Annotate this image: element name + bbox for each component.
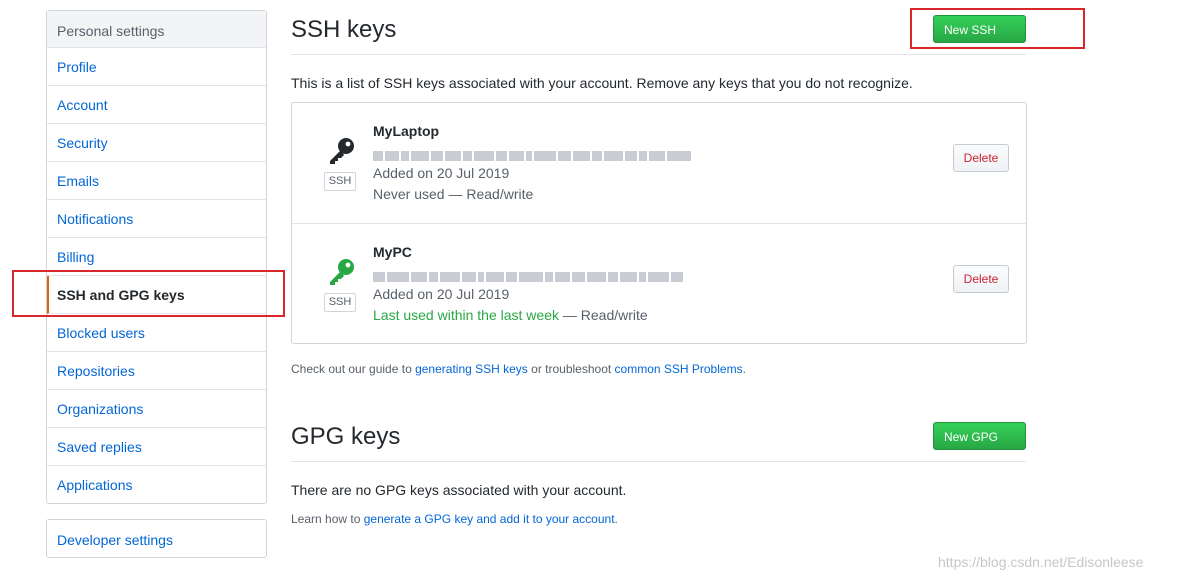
key-icon	[330, 259, 354, 285]
sidebar-item-repositories[interactable]: Repositories	[47, 352, 266, 390]
sidebar-item-security[interactable]: Security	[47, 124, 266, 162]
new-gpg-key-button[interactable]: New GPG key	[933, 422, 1026, 472]
gpg-empty-text: There are no GPG keys associated with yo…	[291, 482, 627, 498]
sidebar-item-saved-replies[interactable]: Saved replies	[47, 428, 266, 466]
sidebar-header: Personal settings	[47, 11, 266, 48]
ssh-key-usage: Last used within the last week — Read/wr…	[373, 307, 648, 323]
ssh-title-divider	[291, 54, 1026, 55]
ssh-key-usage: Never used — Read/write	[373, 186, 533, 202]
generating-ssh-keys-link[interactable]: generating SSH keys	[415, 362, 528, 376]
ssh-guide-prefix: Check out our guide to	[291, 362, 416, 376]
gpg-learn-prefix: Learn how to	[291, 512, 364, 526]
ssh-key-access: — Read/write	[444, 186, 534, 202]
ssh-key-last-used: Never used	[373, 186, 445, 202]
key-fingerprint-redacted	[373, 148, 705, 161]
highlight-box-new-ssh-key	[910, 8, 1085, 49]
ssh-keys-title: SSH keys	[291, 16, 397, 43]
gpg-learn-text: Learn how to generate a GPG key and add …	[291, 512, 618, 526]
ssh-description: This is a list of SSH keys associated wi…	[291, 75, 913, 91]
developer-settings-box: Developer settings	[46, 519, 267, 558]
sidebar-item-developer-settings[interactable]: Developer settings	[47, 520, 266, 557]
delete-key-button[interactable]: Delete	[953, 144, 1009, 172]
settings-sidebar: Personal settings Profile Account Securi…	[46, 10, 267, 504]
common-ssh-problems-link[interactable]: common SSH Problems	[615, 362, 743, 376]
ssh-key-access: — Read/write	[559, 307, 648, 323]
sidebar-item-applications[interactable]: Applications	[47, 466, 266, 503]
ssh-guide-middle: or troubleshoot	[527, 362, 615, 376]
delete-key-button[interactable]: Delete	[953, 265, 1009, 293]
ssh-keys-list: SSH MyLaptop Added on 20 Jul 2019 Never …	[291, 102, 1027, 344]
ssh-type-badge: SSH	[324, 293, 356, 312]
watermark: https://blog.csdn.net/Edisonleese	[938, 554, 1144, 570]
ssh-key-added-date: Added on 20 Jul 2019	[373, 165, 510, 181]
ssh-guide-suffix: .	[742, 362, 746, 376]
sidebar-item-organizations[interactable]: Organizations	[47, 390, 266, 428]
highlight-box-sidebar	[12, 270, 285, 317]
gpg-title-divider	[291, 461, 1026, 462]
gpg-keys-title: GPG keys	[291, 423, 401, 450]
ssh-key-name: MyLaptop	[373, 123, 440, 139]
key-fingerprint-redacted	[373, 269, 705, 282]
generate-gpg-key-link[interactable]: generate a GPG key and add it to your ac…	[364, 512, 615, 526]
ssh-key-name: MyPC	[373, 244, 412, 260]
ssh-key-row: SSH MyPC Added on 20 Jul 2019 Last used …	[292, 223, 1026, 344]
key-icon	[330, 138, 354, 164]
ssh-key-row: SSH MyLaptop Added on 20 Jul 2019 Never …	[292, 103, 1026, 223]
sidebar-item-account[interactable]: Account	[47, 86, 266, 124]
sidebar-item-notifications[interactable]: Notifications	[47, 200, 266, 238]
gpg-learn-suffix: .	[614, 512, 618, 526]
ssh-guide-text: Check out our guide to generating SSH ke…	[291, 362, 746, 376]
ssh-type-badge: SSH	[324, 172, 356, 191]
sidebar-item-blocked-users[interactable]: Blocked users	[47, 314, 266, 352]
ssh-key-added-date: Added on 20 Jul 2019	[373, 286, 510, 302]
sidebar-item-emails[interactable]: Emails	[47, 162, 266, 200]
sidebar-item-profile[interactable]: Profile	[47, 48, 266, 86]
ssh-key-last-used: Last used within the last week	[373, 307, 559, 323]
